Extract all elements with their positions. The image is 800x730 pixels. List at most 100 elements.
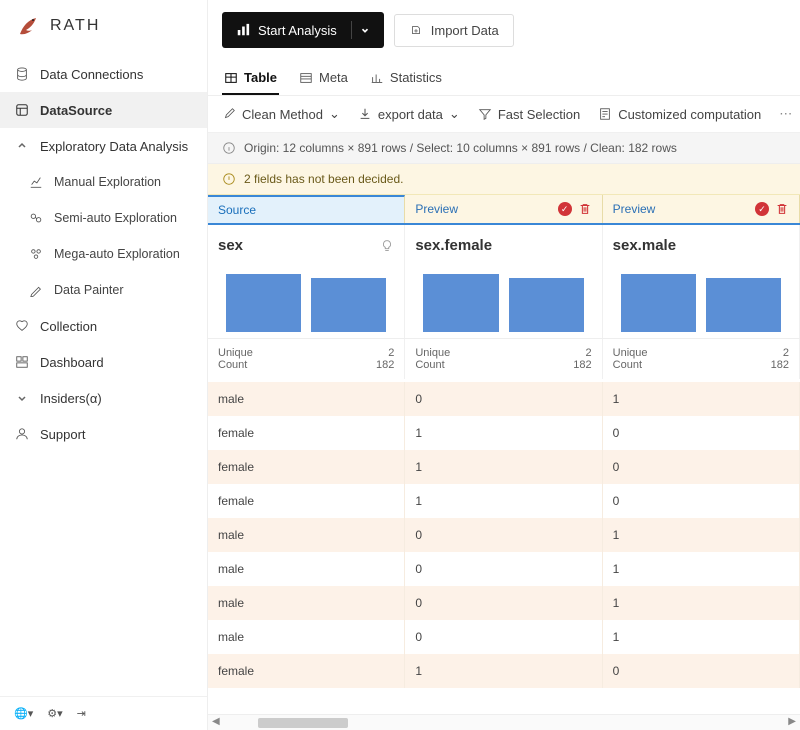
sidebar-item-label: DataSource [40, 103, 112, 118]
clean-method-tool[interactable]: Clean Method ⌄ [222, 106, 340, 122]
table-cell: 1 [405, 484, 602, 518]
more-tool[interactable]: ⋯ [779, 106, 792, 122]
sidebar-item-label: Support [40, 427, 86, 442]
topbar: Start Analysis Import Data [208, 0, 800, 60]
column-head-label: Preview [415, 202, 458, 216]
dashboard-icon [14, 354, 30, 370]
sidebar-item-datasource[interactable]: DataSource [0, 92, 207, 128]
horizontal-scrollbar[interactable]: ◀ ▶ [208, 714, 800, 730]
table-row: female10 [208, 416, 800, 450]
fast-selection-tool[interactable]: Fast Selection [478, 107, 580, 122]
table-cell: 0 [405, 518, 602, 552]
stat-value: 2 [388, 347, 394, 359]
customized-computation-tool[interactable]: Customized computation [598, 107, 761, 122]
sidebar-item-eda[interactable]: Exploratory Data Analysis [0, 128, 207, 164]
table-cell: male [208, 382, 405, 416]
table-cell: 0 [405, 586, 602, 620]
export-data-tool[interactable]: export data ⌄ [358, 106, 460, 122]
info-bar: Origin: 12 columns × 891 rows / Select: … [208, 133, 800, 164]
trash-icon[interactable] [775, 202, 789, 216]
table-cell: 0 [603, 450, 800, 484]
check-icon[interactable]: ✓ [755, 202, 769, 216]
language-button[interactable]: 🌐▾ [14, 707, 33, 720]
lightbulb-icon[interactable] [380, 239, 394, 253]
brand-name: RATH [50, 17, 100, 35]
table-cell: 1 [603, 382, 800, 416]
sidebar-item-data-painter[interactable]: Data Painter [0, 272, 207, 308]
tool-label: Fast Selection [498, 107, 580, 122]
table-cell: female [208, 484, 405, 518]
info-icon [222, 141, 236, 155]
sidebar-item-data-connections[interactable]: Data Connections [0, 56, 207, 92]
table-cell: 0 [603, 654, 800, 688]
tab-table[interactable]: Table [222, 60, 279, 95]
column-title: sex.female [415, 237, 492, 254]
stat-label: Count [415, 359, 444, 371]
button-label: Start Analysis [258, 23, 337, 38]
check-icon[interactable]: ✓ [558, 202, 572, 216]
datasource-icon [14, 102, 30, 118]
meta-icon [299, 71, 313, 85]
stats-cell: Unique2 Count182 [603, 339, 800, 379]
sidebar-item-manual-exploration[interactable]: Manual Exploration [0, 164, 207, 200]
tabs: Table Meta Statistics [208, 60, 800, 96]
sidebar: RATH Data Connections DataSource Explora… [0, 0, 208, 730]
mega-auto-icon [28, 246, 44, 262]
sidebar-collapse-button[interactable]: ⇥ [77, 707, 86, 720]
brush-icon [28, 282, 44, 298]
column-head-source[interactable]: Source [208, 195, 405, 223]
sidebar-item-label: Mega-auto Exploration [54, 247, 180, 261]
sidebar-item-insiders[interactable]: Insiders(α) [0, 380, 207, 416]
chart-bar-icon [236, 23, 250, 37]
scroll-left-icon[interactable]: ◀ [212, 716, 220, 727]
table-row: male01 [208, 382, 800, 416]
tab-meta[interactable]: Meta [297, 60, 350, 95]
chart-line-icon [28, 174, 44, 190]
chevron-down-icon [14, 138, 30, 154]
tab-label: Meta [319, 70, 348, 85]
sidebar-item-mega-auto[interactable]: Mega-auto Exploration [0, 236, 207, 272]
table-cell: 1 [603, 518, 800, 552]
stat-label: Count [613, 359, 642, 371]
sidebar-item-semi-auto[interactable]: Semi-auto Exploration [0, 200, 207, 236]
import-icon [409, 23, 423, 37]
import-data-button[interactable]: Import Data [394, 14, 514, 47]
scroll-right-icon[interactable]: ▶ [788, 716, 796, 727]
column-head-preview[interactable]: Preview ✓ [405, 195, 602, 223]
sidebar-item-collection[interactable]: Collection [0, 308, 207, 344]
stats-row: Unique2 Count182 Unique2 Count182 Unique… [208, 339, 800, 382]
stat-value: 182 [771, 359, 789, 371]
warn-bar: 2 fields has not been decided. [208, 164, 800, 195]
start-analysis-button[interactable]: Start Analysis [222, 12, 384, 48]
table-cell: 0 [405, 382, 602, 416]
column-title: sex.male [613, 237, 676, 254]
table-cell: 1 [405, 654, 602, 688]
table-cell: 0 [603, 484, 800, 518]
table-cell: male [208, 518, 405, 552]
divider [351, 21, 352, 39]
chevron-down-icon: ⌄ [449, 106, 460, 122]
table-cell: 1 [603, 586, 800, 620]
table-cell: 1 [405, 416, 602, 450]
mini-chart [613, 272, 789, 332]
table-cell: male [208, 620, 405, 654]
column-head-preview[interactable]: Preview ✓ [603, 195, 800, 223]
sidebar-item-label: Insiders(α) [40, 391, 102, 406]
sidebar-item-label: Collection [40, 319, 97, 334]
warn-icon [222, 172, 236, 186]
table-cell: male [208, 552, 405, 586]
mini-chart [218, 272, 394, 332]
tab-statistics[interactable]: Statistics [368, 60, 444, 95]
tab-label: Statistics [390, 70, 442, 85]
column-title: sex [218, 237, 243, 254]
table-cell: 1 [603, 552, 800, 586]
stat-value: 2 [586, 347, 592, 359]
trash-icon[interactable] [578, 202, 592, 216]
table-cell: female [208, 416, 405, 450]
sidebar-item-dashboard[interactable]: Dashboard [0, 344, 207, 380]
scroll-thumb[interactable] [258, 718, 348, 728]
table-cell: female [208, 450, 405, 484]
table-row: male01 [208, 586, 800, 620]
sidebar-item-support[interactable]: Support [0, 416, 207, 452]
settings-button[interactable]: ⚙▾ [47, 707, 62, 720]
